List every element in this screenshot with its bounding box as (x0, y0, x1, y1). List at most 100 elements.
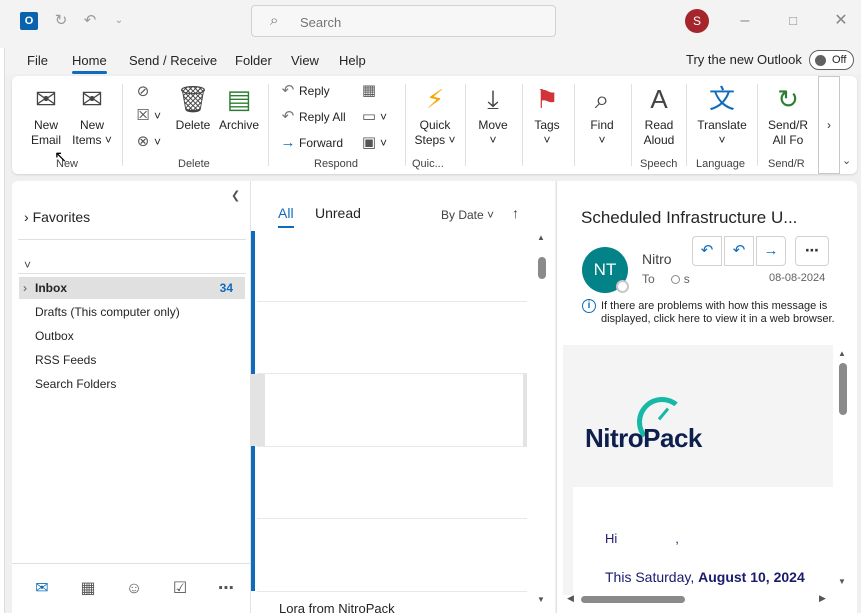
quick-steps-button[interactable]: ⚡ Quick Steps ˅ (410, 82, 460, 148)
group-label-delete: Delete (178, 158, 210, 170)
scroll-thumb[interactable] (538, 257, 546, 279)
more-respond-icon: ▣ (361, 134, 377, 151)
tab-view[interactable]: View (291, 53, 319, 68)
logo-text: NitroPack (585, 423, 702, 453)
ribbon-separator (405, 84, 406, 166)
send-receive-label-2: All Fo (772, 133, 804, 147)
sort-direction-icon[interactable]: ↑ (512, 205, 519, 221)
translate-button[interactable]: 文 Translate ˅ (692, 82, 752, 148)
search-icon: ⌕ (270, 12, 279, 29)
tab-help[interactable]: Help (339, 53, 366, 68)
tags-button[interactable]: ⚑ Tags ˅ (526, 82, 568, 148)
delete-button[interactable]: 🗑 Delete (172, 82, 214, 133)
new-items-label-2: Items ˅ (72, 133, 112, 147)
folder-label: Inbox (35, 281, 67, 295)
more-apps-icon[interactable]: ⋯ (211, 578, 241, 600)
reply-all-button[interactable]: ↶ Reply All (277, 107, 346, 127)
scroll-thumb[interactable] (581, 596, 685, 603)
reply-button[interactable]: ↶ Reply (277, 81, 330, 101)
recipient-name[interactable]: s (684, 272, 690, 286)
folder-label: Drafts (This computer only) (35, 305, 180, 319)
scroll-down-icon[interactable]: ▼ (537, 595, 545, 604)
nitropack-logo: NitroPack (585, 393, 745, 463)
ribbon-separator (574, 84, 575, 166)
maximize-button[interactable]: □ (783, 11, 803, 31)
scroll-up-icon[interactable]: ▲ (537, 233, 545, 242)
undo-icon[interactable]: ↶ (80, 11, 100, 31)
find-label: Find (590, 118, 614, 132)
tab-folder[interactable]: Folder (235, 53, 272, 68)
forward-icon[interactable]: → (756, 236, 786, 266)
new-outlook-toggle[interactable]: Off (809, 50, 854, 70)
minimize-button[interactable]: – (735, 11, 755, 31)
reading-pane-horizontal-scrollbar[interactable]: ◀ ▶ (567, 593, 829, 605)
scroll-down-icon[interactable]: ▼ (838, 577, 846, 586)
tasks-icon[interactable]: ☑ (165, 578, 195, 600)
tab-send-receive[interactable]: Send / Receive (129, 53, 217, 68)
new-email-icon: ✉ (35, 84, 57, 114)
customize-toolbar-icon[interactable]: ⌄ (109, 11, 129, 31)
sync-icon[interactable]: ↻ (51, 11, 71, 31)
read-aloud-button[interactable]: A Read Aloud (637, 82, 681, 148)
search-box[interactable]: ⌕ (251, 5, 556, 37)
tab-home[interactable]: Home (72, 53, 107, 74)
group-label-quick-steps: Quic... (412, 158, 444, 170)
reply-icon[interactable]: ↶ (692, 236, 722, 266)
close-button[interactable]: ✕ (831, 11, 851, 31)
collapse-pane-icon[interactable]: ❮ (231, 189, 240, 202)
scroll-thumb[interactable] (839, 363, 847, 415)
cleanup-button[interactable]: ☒ ˅ (132, 106, 161, 126)
chevron-right-icon: › (827, 118, 831, 132)
folder-outbox[interactable]: Outbox (19, 325, 245, 347)
ribbon-separator (522, 84, 523, 166)
more-respond-button[interactable]: ▣ ˅ (358, 133, 387, 153)
new-items-button[interactable]: ✉ New Items ˅ (70, 82, 114, 148)
new-email-label-2: Email (30, 133, 61, 147)
im-button[interactable]: ▭ ˅ (358, 107, 387, 127)
folder-drafts[interactable]: Drafts (This computer only) (19, 301, 245, 323)
account-chevron-icon[interactable]: ˅ (24, 258, 31, 272)
message-preview-sender[interactable]: Lora from NitroPack (279, 601, 395, 613)
tab-file[interactable]: File (27, 53, 48, 68)
calendar-icon[interactable]: ▦ (73, 578, 103, 600)
reading-pane-vertical-scrollbar[interactable]: ▲ ▼ (838, 349, 847, 589)
search-input[interactable] (300, 13, 540, 31)
people-icon[interactable]: ☺ (119, 578, 149, 600)
read-aloud-icon: A (650, 84, 668, 114)
delete-label: Delete (175, 118, 211, 132)
quick-steps-label-2: Steps ˅ (414, 133, 456, 147)
junk-button[interactable]: ⊗ ˅ (132, 132, 161, 152)
tab-unread[interactable]: Unread (315, 205, 361, 221)
send-receive-all-button[interactable]: ↻ Send/R All Fo (762, 82, 814, 148)
ribbon-expand-icon[interactable]: ⌄ (842, 154, 851, 167)
display-problem-notice[interactable]: If there are problems with how this mess… (601, 300, 841, 326)
scroll-right-icon[interactable]: ▶ (819, 593, 826, 604)
sender-name[interactable]: Nitro (642, 251, 672, 267)
new-email-button[interactable]: ✉ New Email (26, 82, 66, 148)
sort-by-date-dropdown[interactable]: By Date ˅ (441, 208, 494, 222)
folder-inbox[interactable]: › Inbox 34 (19, 277, 245, 299)
move-label: Move (478, 118, 508, 132)
ignore-button[interactable]: ⊘ (132, 82, 154, 102)
scroll-left-icon[interactable]: ◀ (567, 593, 574, 604)
folder-rss-feeds[interactable]: RSS Feeds (19, 349, 245, 371)
email-body-text: This Saturday, August 10, 2024 (605, 569, 805, 585)
mail-icon[interactable]: ✉ (27, 578, 57, 600)
scroll-up-icon[interactable]: ▲ (838, 349, 846, 358)
meeting-button[interactable]: ▦ (358, 81, 380, 101)
user-avatar[interactable]: S (685, 9, 709, 33)
ribbon-scroll-right-button[interactable]: › (818, 76, 840, 174)
more-actions-icon[interactable]: ⋯ (795, 236, 829, 266)
favorites-header[interactable]: › Favorites (24, 209, 90, 225)
find-button[interactable]: ⌕ Find ˅ (580, 82, 624, 148)
tab-all[interactable]: All (278, 205, 294, 228)
row-highlight (523, 374, 527, 446)
new-items-icon: ✉ (81, 84, 103, 114)
move-button[interactable]: ⤓ Move ˅ (470, 82, 516, 148)
forward-button[interactable]: → Forward (277, 133, 344, 153)
tags-dropdown-icon: ˅ (543, 133, 551, 147)
message-list-scrollbar[interactable]: ▲ ▼ (537, 231, 546, 604)
folder-search-folders[interactable]: Search Folders (19, 373, 245, 395)
archive-button[interactable]: ▤ Archive (216, 82, 262, 133)
reply-all-icon[interactable]: ↶ (724, 236, 754, 266)
